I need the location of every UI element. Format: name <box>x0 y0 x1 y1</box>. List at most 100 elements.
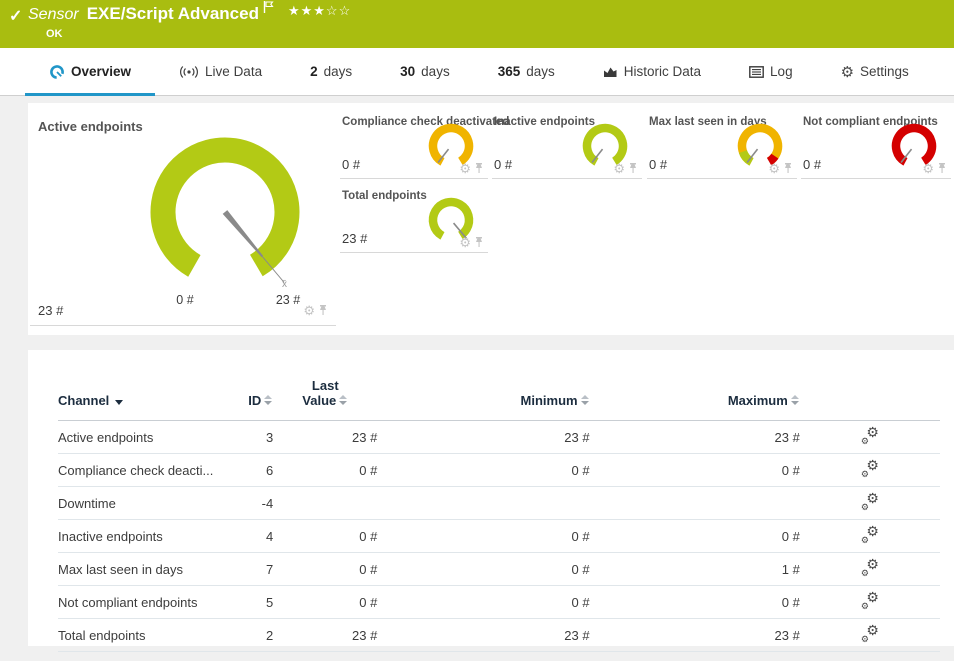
channel-id: 6 <box>230 454 273 487</box>
tab-overview[interactable]: Overview <box>25 48 155 95</box>
channel-id: 5 <box>230 586 273 619</box>
priority-stars[interactable]: ★★★☆☆ <box>288 3 351 18</box>
gauge-settings-gear-icon[interactable]: ⚙ <box>459 237 471 249</box>
object-kind-label: Sensor <box>28 6 79 23</box>
table-row[interactable]: Total endpoints 2 23 # 23 # 23 # ⚙⚙ <box>58 619 940 652</box>
channel-table-panel: Channel ID Last Value Minimum Maximum <box>28 350 954 646</box>
tab-overview-label: Overview <box>71 64 131 79</box>
table-row[interactable]: Not compliant endpoints 5 0 # 0 # 0 # ⚙⚙ <box>58 586 940 619</box>
ok-check-icon: ✓ <box>9 6 22 26</box>
channel-settings-gears-icon[interactable]: ⚙⚙ <box>859 559 881 577</box>
sort-icon <box>791 395 800 406</box>
channel-settings-gears-icon[interactable]: ⚙⚙ <box>859 526 881 544</box>
table-row[interactable]: Compliance check deacti... 6 0 # 0 # 0 #… <box>58 454 940 487</box>
channel-name: Max last seen in days <box>58 553 230 586</box>
gauge-icon <box>49 64 65 80</box>
channel-name: Total endpoints <box>58 619 230 652</box>
gauge-total-endpoints: Total endpoints 23 # ⚙ <box>340 187 488 253</box>
channel-maximum <box>590 487 800 520</box>
gauge-title: Active endpoints <box>38 119 143 134</box>
gauge-value: 23 # <box>342 231 367 246</box>
gauge-active-endpoints: Active endpoints x̄ 0 # 23 # 23 # ⚙ <box>30 111 336 326</box>
pin-icon[interactable] <box>474 163 484 175</box>
tab-log[interactable]: Log <box>725 48 817 95</box>
channel-name: Inactive endpoints <box>58 520 230 553</box>
tab-log-label: Log <box>770 64 793 79</box>
tab-365-days-label: days <box>526 64 555 79</box>
average-marker: x̄ <box>282 279 287 290</box>
tab-365-days[interactable]: 365 days <box>474 48 579 95</box>
gauge-value: 0 # <box>342 157 360 172</box>
tab-30-days[interactable]: 30 days <box>376 48 474 95</box>
channel-name: Active endpoints <box>58 421 230 454</box>
column-header-channel-label: Channel <box>58 393 109 408</box>
channel-maximum: 1 # <box>590 553 800 586</box>
gauge-settings-gear-icon[interactable]: ⚙ <box>613 163 625 175</box>
column-header-minimum[interactable]: Minimum <box>377 350 589 421</box>
channel-settings-gears-icon[interactable]: ⚙⚙ <box>859 592 881 610</box>
channel-minimum: 23 # <box>377 619 589 652</box>
sensor-status-text: OK <box>46 28 63 40</box>
broadcast-icon <box>179 65 199 79</box>
gauge-settings-gear-icon[interactable]: ⚙ <box>768 163 780 175</box>
channel-table: Channel ID Last Value Minimum Maximum <box>58 350 940 652</box>
tab-historic-data-label: Historic Data <box>624 64 701 79</box>
gauge-inactive-endpoints: Inactive endpoints 0 # ⚙ <box>492 113 642 179</box>
column-header-last-value[interactable]: Last Value <box>273 350 377 421</box>
channel-maximum: 0 # <box>590 586 800 619</box>
pin-icon[interactable] <box>783 163 793 175</box>
table-row[interactable]: Active endpoints 3 23 # 23 # 23 # ⚙⚙ <box>58 421 940 454</box>
channel-settings-gears-icon[interactable]: ⚙⚙ <box>859 460 881 478</box>
table-row[interactable]: Downtime -4 ⚙⚙ <box>58 487 940 520</box>
gauge-not-compliant-endpoints: Not compliant endpoints 0 # ⚙ <box>801 113 951 179</box>
pin-icon[interactable] <box>474 237 484 249</box>
channel-maximum: 23 # <box>590 421 800 454</box>
log-list-icon <box>749 66 764 78</box>
gauge-value: 0 # <box>803 157 821 172</box>
channel-name: Not compliant endpoints <box>58 586 230 619</box>
area-chart-icon <box>603 65 618 78</box>
channel-maximum: 23 # <box>590 619 800 652</box>
pin-icon[interactable] <box>937 163 947 175</box>
gauges-panel: Active endpoints x̄ 0 # 23 # 23 # ⚙ Comp… <box>28 103 954 335</box>
tab-365-days-number: 365 <box>498 64 521 79</box>
channel-settings-gears-icon[interactable]: ⚙⚙ <box>859 493 881 511</box>
pin-icon[interactable] <box>318 305 328 317</box>
tab-2-days[interactable]: 2 days <box>286 48 376 95</box>
tab-bar: Overview Live Data 2 days 30 days 365 da… <box>0 48 954 96</box>
channel-maximum: 0 # <box>590 520 800 553</box>
pin-icon[interactable] <box>628 163 638 175</box>
channel-last-value: 23 # <box>273 619 377 652</box>
tab-2-days-number: 2 <box>310 64 318 79</box>
gauge-value: 23 # <box>38 303 63 318</box>
sort-icon <box>264 395 273 406</box>
column-header-id[interactable]: ID <box>230 350 273 421</box>
table-row[interactable]: Inactive endpoints 4 0 # 0 # 0 # ⚙⚙ <box>58 520 940 553</box>
channel-minimum <box>377 487 589 520</box>
gear-icon: ⚙ <box>841 63 854 81</box>
channel-minimum: 0 # <box>377 553 589 586</box>
tab-30-days-number: 30 <box>400 64 415 79</box>
channel-minimum: 0 # <box>377 454 589 487</box>
gauge-settings-gear-icon[interactable]: ⚙ <box>459 163 471 175</box>
gauge-scale-max: 23 # <box>268 293 308 307</box>
gauge-settings-gear-icon[interactable]: ⚙ <box>922 163 934 175</box>
sensor-status-bar: ✓ SensorEXE/Script Advanced ★★★☆☆ OK <box>0 0 954 48</box>
channel-settings-gears-icon[interactable]: ⚙⚙ <box>859 625 881 643</box>
flag-icon[interactable] <box>263 0 274 18</box>
gauge-value: 0 # <box>494 157 512 172</box>
sort-caret-down-icon <box>115 400 123 405</box>
column-header-channel[interactable]: Channel <box>58 350 230 421</box>
active-endpoints-gauge-graphic <box>135 128 315 306</box>
column-header-minimum-label: Minimum <box>521 393 578 408</box>
channel-last-value: 0 # <box>273 553 377 586</box>
gauge-settings-gear-icon[interactable]: ⚙ <box>303 305 315 317</box>
tab-live-data[interactable]: Live Data <box>155 48 286 95</box>
tab-historic-data[interactable]: Historic Data <box>579 48 725 95</box>
column-header-maximum-label: Maximum <box>728 393 788 408</box>
channel-settings-gears-icon[interactable]: ⚙⚙ <box>859 427 881 445</box>
column-header-maximum[interactable]: Maximum <box>590 350 800 421</box>
channel-last-value: 23 # <box>273 421 377 454</box>
tab-settings[interactable]: ⚙ Settings <box>817 48 933 95</box>
table-row[interactable]: Max last seen in days 7 0 # 0 # 1 # ⚙⚙ <box>58 553 940 586</box>
